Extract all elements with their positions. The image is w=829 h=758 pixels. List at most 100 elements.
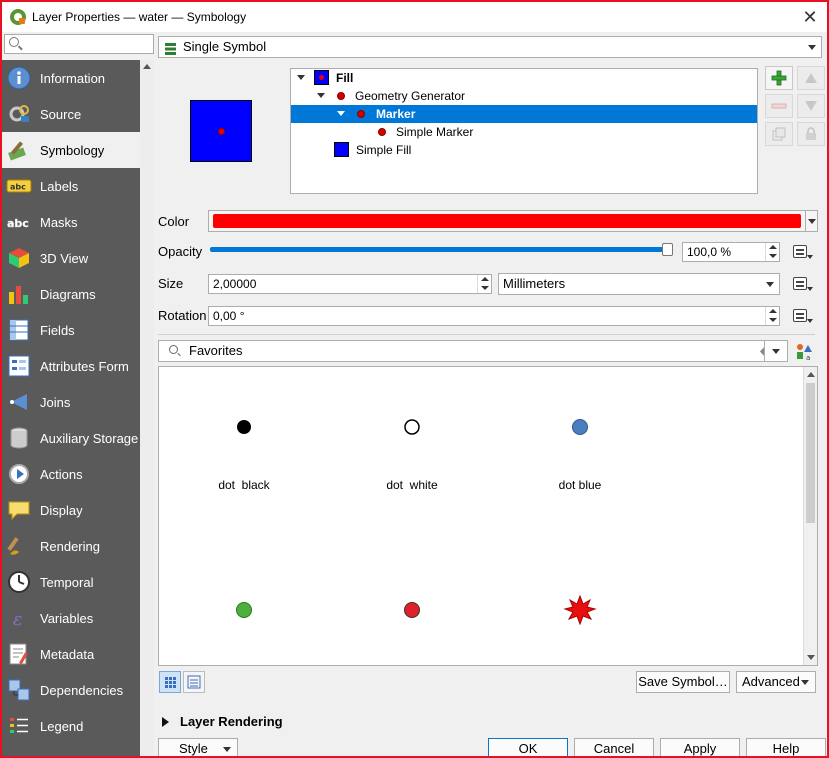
opacity-slider-handle[interactable]	[662, 243, 673, 256]
tree-item-geometry-generator[interactable]: Geometry Generator	[291, 87, 757, 105]
sidebar-item-joins[interactable]: Joins	[2, 384, 140, 420]
renderer-type-label: Single Symbol	[183, 39, 267, 54]
sidebar-item-auxiliary-storage[interactable]: Auxiliary Storage	[2, 420, 140, 456]
collapse-arrow-icon[interactable]	[162, 717, 169, 727]
labels-icon: abc	[6, 173, 32, 199]
opacity-slider[interactable]	[210, 247, 668, 252]
joins-icon	[6, 389, 32, 415]
actions-icon	[6, 461, 32, 487]
list-view-button[interactable]	[183, 671, 205, 693]
sidebar-item-source[interactable]: Source	[2, 96, 140, 132]
sidebar-item-diagrams[interactable]: Diagrams	[2, 276, 140, 312]
symbol-item-label: dot blue	[558, 478, 602, 492]
minus-icon	[771, 103, 787, 109]
sidebar-item-label: Symbology	[40, 142, 105, 158]
sidebar-item-3d-view[interactable]: 3D View	[2, 240, 140, 276]
color-menu-button[interactable]	[806, 210, 818, 232]
apply-button[interactable]: Apply	[660, 738, 740, 756]
tree-item-simple-fill[interactable]: Simple Fill	[291, 141, 757, 159]
color-picker-button[interactable]	[208, 210, 806, 232]
add-symbol-layer-button[interactable]	[765, 66, 793, 90]
dot-black-icon	[237, 420, 251, 434]
opacity-label: Opacity	[158, 244, 203, 259]
help-button[interactable]: Help	[746, 738, 826, 756]
sidebar-scrollbar[interactable]	[140, 60, 154, 756]
opacity-spinbox[interactable]: 100,0 %	[682, 242, 780, 262]
sidebar-item-label: Attributes Form	[40, 358, 129, 374]
remove-symbol-layer-button[interactable]	[765, 94, 793, 118]
sidebar-item-masks[interactable]: abc Masks	[2, 204, 140, 240]
sidebar-item-label: Masks	[40, 214, 78, 230]
sidebar-item-labels[interactable]: abc Labels	[2, 168, 140, 204]
symbol-filter-input[interactable]: Favorites	[158, 340, 786, 362]
display-icon	[6, 497, 32, 523]
tree-item-fill[interactable]: Fill	[291, 69, 757, 87]
tree-item-simple-marker[interactable]: Simple Marker	[291, 123, 757, 141]
advanced-menu-button[interactable]: Advanced	[736, 671, 816, 693]
style-menu-button[interactable]: Style	[158, 738, 238, 756]
svg-text:ε: ε	[13, 609, 23, 630]
symbol-library-grid: dot black dot white dot blue	[158, 366, 818, 666]
lock-layer-button[interactable]	[797, 122, 825, 146]
sidebar-item-information[interactable]: Information	[2, 60, 140, 96]
rotation-spinbox[interactable]: 0,00 °	[208, 306, 780, 326]
layer-rendering-section[interactable]: Layer Rendering	[180, 714, 283, 729]
style-manager-button[interactable]: a	[795, 343, 813, 362]
dot-white-icon	[404, 419, 420, 435]
lock-icon	[806, 127, 816, 140]
size-unit-select[interactable]: Millimeters	[498, 273, 780, 295]
close-button[interactable]: ✕	[799, 6, 821, 28]
list-view-icon	[187, 675, 201, 689]
symbol-item-label: dot black	[218, 478, 270, 492]
tree-item-marker[interactable]: Marker	[291, 105, 757, 123]
sidebar-item-display[interactable]: Display	[2, 492, 140, 528]
cancel-button[interactable]: Cancel	[574, 738, 654, 756]
sidebar-item-rendering[interactable]: Rendering	[2, 528, 140, 564]
rotation-data-defined-button[interactable]	[790, 306, 814, 326]
symbol-item-label: dot white	[386, 478, 438, 492]
tree-item-label: Fill	[336, 71, 354, 85]
rotation-label: Rotation	[158, 308, 207, 323]
renderer-type-select[interactable]: Single Symbol	[158, 36, 822, 58]
size-data-defined-button[interactable]	[790, 274, 814, 294]
duplicate-layer-button[interactable]	[765, 122, 793, 146]
fields-icon	[6, 317, 32, 343]
sidebar-item-dependencies[interactable]: Dependencies	[2, 672, 140, 708]
sidebar-item-label: Legend	[40, 718, 84, 734]
qgis-logo-icon	[10, 9, 26, 25]
size-value: 2,00000	[213, 277, 257, 291]
sidebar-item-label: Diagrams	[40, 286, 96, 302]
sidebar-item-temporal[interactable]: Temporal	[2, 564, 140, 600]
move-up-button[interactable]	[797, 66, 825, 90]
icon-view-button[interactable]	[159, 671, 181, 693]
expand-arrow-icon[interactable]	[297, 75, 305, 80]
sidebar-item-fields[interactable]: Fields	[2, 312, 140, 348]
rendering-icon	[6, 533, 32, 559]
sidebar-search-input[interactable]	[4, 34, 154, 54]
sidebar-item-legend[interactable]: Legend	[2, 708, 140, 744]
legend-icon	[6, 713, 32, 739]
ok-button[interactable]: OK	[488, 738, 568, 756]
sidebar-item-label: Display	[40, 502, 83, 518]
dependencies-icon	[6, 677, 32, 703]
sidebar-item-label: Rendering	[40, 538, 100, 554]
sidebar-item-variables[interactable]: ε Variables	[2, 600, 140, 636]
sidebar-item-actions[interactable]: Actions	[2, 456, 140, 492]
sidebar: Information Source Symbology abc Labels abc Ma…	[2, 32, 154, 756]
simple-fill-icon	[334, 142, 349, 157]
opacity-data-defined-button[interactable]	[790, 242, 814, 262]
expand-arrow-icon[interactable]	[337, 111, 345, 116]
sidebar-item-symbology[interactable]: Symbology	[2, 132, 140, 168]
size-spinbox[interactable]: 2,00000	[208, 274, 492, 294]
sidebar-item-metadata[interactable]: Metadata	[2, 636, 140, 672]
symbol-filter-dropdown[interactable]	[764, 340, 788, 362]
sidebar-item-label: Information	[40, 70, 106, 86]
sidebar-item-label: Metadata	[40, 646, 95, 662]
move-down-button[interactable]	[797, 94, 825, 118]
expand-arrow-icon[interactable]	[317, 93, 325, 98]
chevron-down-icon	[223, 747, 231, 752]
library-scrollbar[interactable]	[803, 367, 817, 665]
save-symbol-button[interactable]: Save Symbol…	[636, 671, 730, 693]
svg-text:abc: abc	[10, 183, 26, 192]
sidebar-item-attributes-form[interactable]: Attributes Form	[2, 348, 140, 384]
